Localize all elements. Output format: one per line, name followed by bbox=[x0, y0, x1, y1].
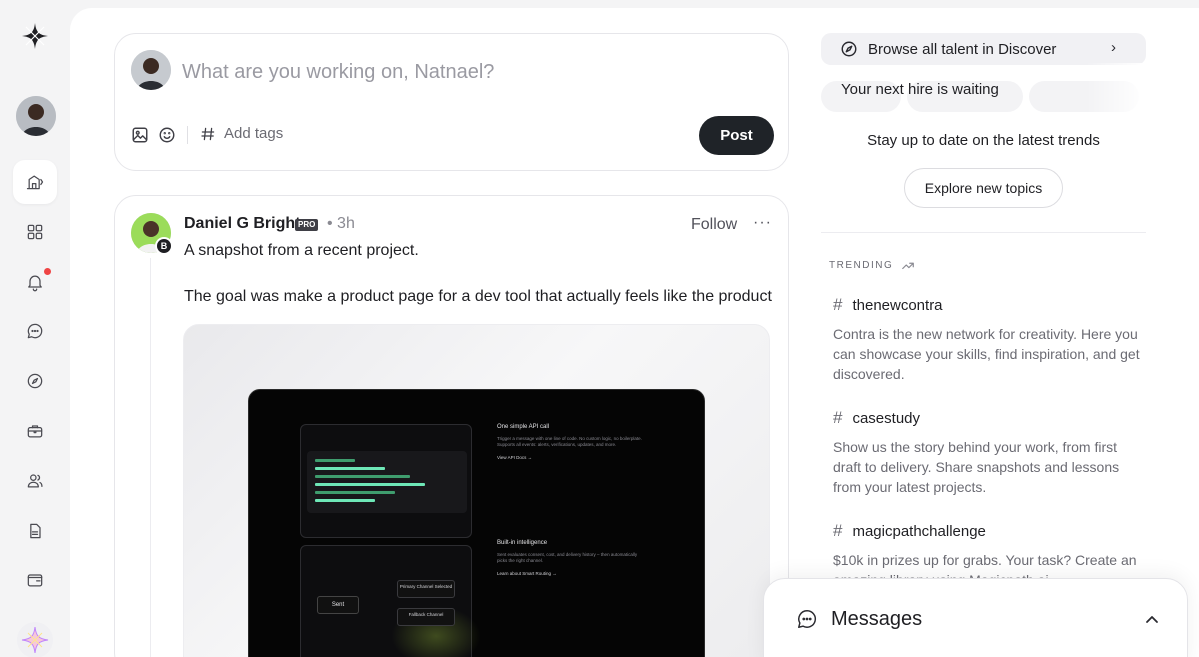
home-icon bbox=[26, 175, 44, 190]
explore-topics-button[interactable]: Explore new topics bbox=[904, 168, 1063, 208]
trending-label: TRENDING bbox=[829, 259, 894, 271]
fallback-channel-node: Fallback Channel bbox=[397, 608, 455, 626]
grid-icon bbox=[27, 224, 43, 240]
sparkle-icon[interactable] bbox=[17, 622, 53, 657]
trends-text: Stay up to date on the latest trends bbox=[867, 132, 1100, 149]
sidebar-item-home[interactable] bbox=[13, 160, 57, 204]
main-panel: What are you working on, Natnael? Add ta… bbox=[70, 8, 1199, 657]
author-badge: B bbox=[155, 237, 173, 255]
add-tags-label: Add tags bbox=[224, 125, 284, 142]
trending-header: TRENDING bbox=[829, 258, 915, 272]
post-composer[interactable]: What are you working on, Natnael? Add ta… bbox=[114, 33, 789, 171]
sidebar-item-jobs[interactable] bbox=[13, 409, 57, 453]
carousel-fade bbox=[1086, 63, 1146, 115]
panel2-text: Sent evaluates consent, cost, and delive… bbox=[497, 552, 638, 563]
people-icon bbox=[27, 474, 43, 488]
composer-input[interactable]: What are you working on, Natnael? bbox=[182, 61, 494, 84]
briefcase-icon bbox=[27, 425, 43, 438]
browse-discover-link[interactable]: Browse all talent in Discover › bbox=[821, 33, 1146, 65]
feed-post: B Daniel G Bright PRO • 3h Follow ··· A … bbox=[114, 195, 789, 657]
more-options-icon[interactable]: ··· bbox=[753, 214, 772, 232]
image-icon[interactable] bbox=[131, 126, 149, 144]
hash-icon: # bbox=[833, 408, 843, 427]
code-panel bbox=[300, 424, 472, 538]
sidebar-item-people[interactable] bbox=[13, 459, 57, 503]
post-image[interactable]: One simple API call Trigger a message wi… bbox=[183, 324, 770, 657]
chat-icon bbox=[27, 323, 43, 339]
primary-channel-node: Primary Channel Selected bbox=[397, 580, 455, 598]
trending-topic[interactable]: # thenewcontra Contra is the new network … bbox=[833, 295, 1143, 384]
post-time: • 3h bbox=[327, 215, 355, 232]
topic-tag[interactable]: casestudy bbox=[852, 410, 920, 427]
sidebar-item-grid[interactable] bbox=[13, 210, 57, 254]
chevron-up-icon[interactable] bbox=[1144, 612, 1160, 628]
composer-divider bbox=[187, 126, 188, 144]
panel2-title: Built-in intelligence bbox=[497, 540, 548, 546]
post-button[interactable]: Post bbox=[699, 116, 774, 155]
topic-description: Contra is the new network for creativity… bbox=[833, 326, 1140, 382]
wallet-icon bbox=[27, 574, 43, 587]
compass-icon bbox=[841, 41, 857, 57]
panel1-text: Trigger a message with one line of code.… bbox=[497, 436, 642, 447]
chat-icon bbox=[798, 610, 817, 628]
contra-badge-icon: B bbox=[157, 239, 171, 253]
follow-button[interactable]: Follow bbox=[691, 216, 737, 234]
pro-badge: PRO bbox=[295, 219, 319, 231]
hash-icon bbox=[201, 127, 215, 140]
sidebar-item-notifications[interactable] bbox=[13, 260, 57, 304]
sidebar-item-discover[interactable] bbox=[13, 359, 57, 403]
document-icon bbox=[30, 523, 41, 539]
compass-icon bbox=[27, 373, 43, 389]
notification-dot bbox=[44, 268, 51, 275]
routing-panel: Sent Primary Channel Selected Fallback C… bbox=[300, 545, 481, 657]
topic-description: Show us the story behind your work, from… bbox=[833, 439, 1120, 495]
user-avatar[interactable] bbox=[16, 96, 56, 136]
sidebar-item-messages[interactable] bbox=[13, 309, 57, 353]
emoji-icon[interactable] bbox=[158, 126, 176, 144]
hire-text: Your next hire is waiting bbox=[841, 81, 999, 98]
post-text-line-2: The goal was make a product page for a d… bbox=[184, 288, 772, 305]
panel1-link: View API Docs → bbox=[497, 455, 533, 460]
add-tags-button[interactable]: Add tags bbox=[200, 125, 283, 142]
post-author[interactable]: Daniel G Bright bbox=[184, 215, 300, 233]
contra-logo-icon[interactable] bbox=[22, 23, 48, 49]
code-block bbox=[307, 451, 467, 513]
sent-node: Sent bbox=[317, 596, 359, 614]
bell-icon bbox=[28, 275, 42, 292]
trending-topic[interactable]: # casestudy Show us the story behind your… bbox=[833, 408, 1143, 497]
sidebar-item-documents[interactable] bbox=[13, 509, 57, 553]
hash-icon: # bbox=[833, 521, 843, 540]
panel2-link: Learn about Smart Routing → bbox=[497, 571, 557, 576]
topic-tag[interactable]: magicpathchallenge bbox=[852, 523, 985, 540]
messages-label: Messages bbox=[831, 608, 923, 630]
panel1-title: One simple API call bbox=[497, 424, 550, 430]
right-divider bbox=[821, 232, 1146, 233]
post-text-line-1: A snapshot from a recent project. bbox=[184, 242, 419, 259]
sidebar bbox=[0, 0, 70, 657]
trend-up-icon bbox=[902, 262, 915, 270]
messages-drawer[interactable]: Messages bbox=[763, 578, 1188, 657]
topic-tag[interactable]: thenewcontra bbox=[852, 297, 942, 314]
sidebar-item-wallet[interactable] bbox=[13, 558, 57, 602]
device-mockup: One simple API call Trigger a message wi… bbox=[248, 389, 705, 657]
composer-avatar bbox=[131, 50, 171, 90]
thread-line bbox=[150, 258, 151, 657]
hash-icon: # bbox=[833, 295, 843, 314]
discover-label: Browse all talent in Discover bbox=[868, 41, 1057, 58]
chevron-right-icon: › bbox=[1111, 39, 1116, 56]
